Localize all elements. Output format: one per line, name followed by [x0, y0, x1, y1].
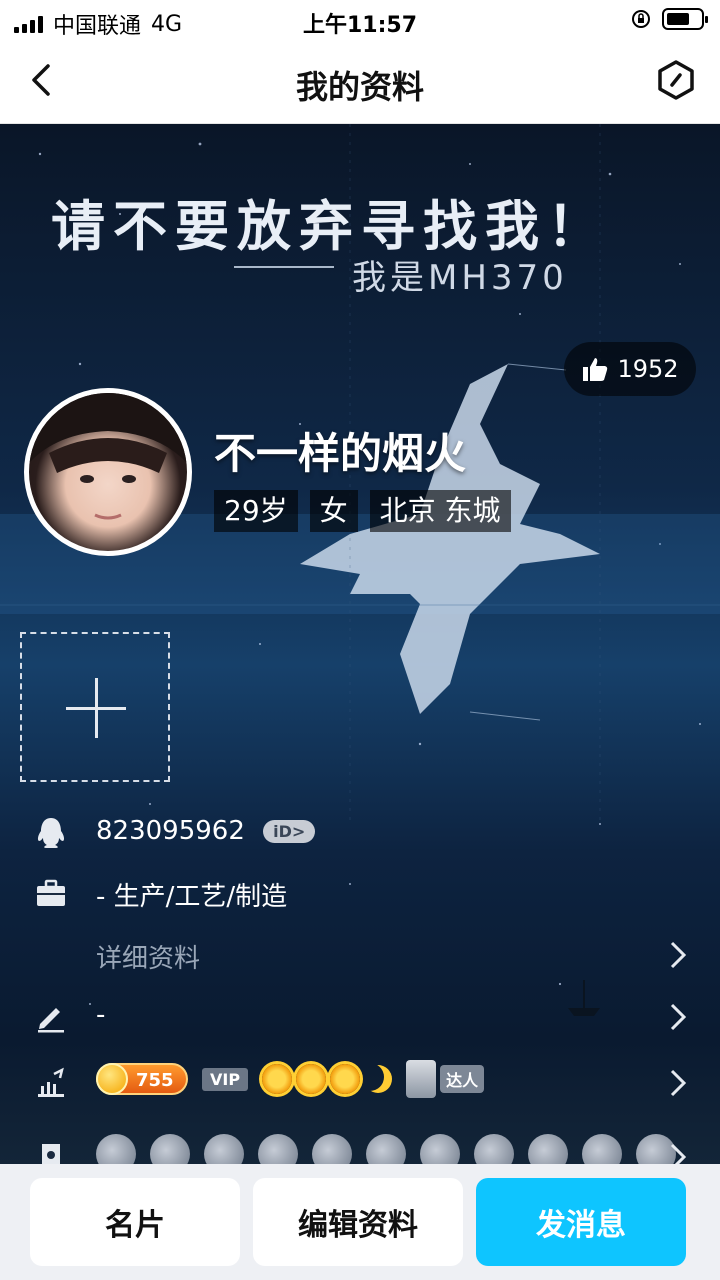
badge-icon	[366, 1134, 406, 1164]
chevron-right-icon	[670, 1143, 687, 1164]
vip-badge: VIP	[202, 1067, 249, 1091]
like-button[interactable]: 1952	[564, 342, 696, 396]
coin-icon	[96, 1063, 128, 1095]
badge-icon	[582, 1134, 622, 1164]
penguin-icon	[37, 818, 65, 848]
profile-background: 请不要放弃寻找我！ 我是MH370 1952 不一样的烟火 29岁 女 北京 东…	[0, 124, 720, 1164]
pencil-icon	[38, 1008, 64, 1033]
age-tag: 29岁	[214, 490, 298, 532]
occupation: - 生产/工艺/制造	[96, 882, 288, 912]
badge-icon	[204, 1134, 244, 1164]
sun-icon	[330, 1064, 361, 1094]
like-count: 1952	[617, 355, 679, 383]
chevron-right-icon	[670, 941, 687, 969]
qq-number: 823095962	[96, 816, 245, 846]
signature-row[interactable]: -	[0, 988, 720, 1048]
location-tag: 北京 东城	[369, 490, 511, 532]
chevron-right-icon	[670, 1003, 687, 1031]
badge-icon	[312, 1134, 352, 1164]
page-title: 我的资料	[295, 68, 424, 106]
thumbs-up-icon	[583, 358, 608, 381]
badge-icon	[258, 1134, 298, 1164]
business-card-button[interactable]: 名片	[30, 1178, 240, 1266]
badge-icon	[528, 1134, 568, 1164]
master-label: 达人	[440, 1065, 485, 1093]
avatar-portrait	[29, 393, 187, 520]
badges-row[interactable]	[0, 1128, 720, 1164]
add-photo-button[interactable]	[20, 632, 170, 782]
sun-icon	[262, 1064, 293, 1094]
badge-icon	[420, 1134, 460, 1164]
status-bar: 中国联通 4G 上午11:57	[0, 0, 720, 40]
level-row[interactable]: 755 VIP 达人	[0, 1054, 720, 1114]
chevron-right-icon	[670, 1069, 687, 1097]
details-row[interactable]: 详细资料	[0, 926, 720, 986]
details-link[interactable]: 详细资料	[96, 938, 200, 975]
badge-list	[96, 1134, 676, 1164]
profile-tags: 29岁 女 北京 东城	[214, 490, 511, 532]
id-badge[interactable]: iD>	[263, 820, 316, 843]
coin-badge: 755	[96, 1063, 188, 1095]
winged-badge-icon	[406, 1060, 437, 1098]
share-hexagon-icon[interactable]	[654, 58, 698, 102]
briefcase-icon	[37, 879, 65, 906]
badge-icon	[96, 1134, 136, 1164]
clock: 上午11:57	[302, 13, 418, 38]
medal-icon	[42, 1144, 60, 1164]
qq-number-row: 823095962 iD>	[0, 804, 720, 864]
banner-subline: 我是MH370	[352, 258, 568, 298]
master-badge: 达人	[406, 1060, 485, 1098]
bottom-action-bar: 名片 编辑资料 发消息	[0, 1164, 720, 1280]
gender-tag: 女	[309, 490, 358, 532]
send-message-button[interactable]: 发消息	[476, 1178, 686, 1266]
rotation-lock-icon	[632, 10, 650, 28]
badge-icon	[150, 1134, 190, 1164]
level-suns	[262, 1064, 392, 1094]
nav-bar: 我的资料	[0, 40, 720, 124]
avatar[interactable]	[24, 388, 192, 556]
occupation-row: - 生产/工艺/制造	[0, 864, 720, 924]
coin-value: 755	[136, 1070, 174, 1091]
signature: -	[96, 1000, 106, 1030]
edit-profile-button[interactable]: 编辑资料	[253, 1178, 463, 1266]
level-chart-icon	[38, 1067, 64, 1097]
battery-icon	[662, 8, 708, 30]
status-right	[630, 8, 708, 30]
banner-divider	[234, 266, 334, 268]
nickname: 不一样的烟火	[214, 429, 467, 478]
airplane-illustration	[300, 364, 600, 714]
sun-icon	[296, 1064, 327, 1094]
moon-icon	[364, 1065, 392, 1093]
badge-icon	[474, 1134, 514, 1164]
